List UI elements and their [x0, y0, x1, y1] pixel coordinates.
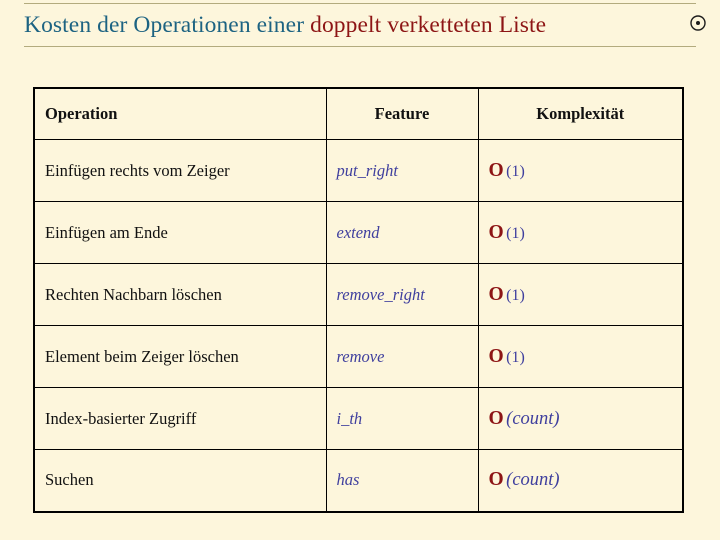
complexity-argument: (1)	[506, 286, 525, 304]
table-row: Einfügen rechts vom Zeiger put_right O (1…	[33, 139, 684, 202]
column-header-feature: Feature	[325, 87, 479, 140]
table-row: Element beim Zeiger löschen remove O (1)	[33, 325, 684, 388]
cell-operation: Einfügen am Ende	[33, 201, 327, 264]
big-o-symbol: O	[488, 407, 505, 429]
page-title-accent: doppelt verketteten Liste	[310, 12, 547, 38]
table-header-row: Operation Feature Komplexität	[33, 87, 684, 140]
cell-feature: remove	[325, 325, 479, 388]
page-title-primary: Kosten der Operationen einer	[24, 12, 311, 38]
cell-operation: Element beim Zeiger löschen	[33, 325, 327, 388]
complexity-argument: (1)	[506, 348, 525, 366]
cell-operation: Rechten Nachbarn löschen	[33, 263, 327, 326]
cell-feature: put_right	[325, 139, 479, 202]
big-o-symbol: O	[488, 469, 505, 491]
column-header-komplexitaet: Komplexität	[477, 87, 684, 140]
page-title: Kosten der Operationen einer doppelt ver…	[24, 8, 674, 42]
complexity-table: Operation Feature Komplexität Einfügen r…	[33, 87, 684, 513]
header-rule-bottom	[24, 46, 696, 47]
complexity-argument: (count)	[506, 408, 560, 429]
big-o-symbol: O	[488, 159, 505, 181]
complexity-argument: (1)	[506, 224, 525, 242]
big-o-symbol: O	[488, 345, 505, 367]
table-row: Suchen has O (count)	[33, 449, 684, 512]
cell-operation: Index-basierter Zugriff	[33, 387, 327, 450]
cell-complexity: O (1)	[477, 325, 684, 388]
cell-feature: i_th	[325, 387, 479, 450]
cell-feature: extend	[325, 201, 479, 264]
cell-operation: Suchen	[33, 449, 327, 512]
circle-dot-icon	[688, 13, 708, 33]
table-row: Rechten Nachbarn löschen remove_right O(…	[33, 263, 684, 326]
big-o-symbol: O	[488, 283, 505, 305]
slide-header: Kosten der Operationen einer doppelt ver…	[0, 0, 720, 50]
cell-complexity: O (1)	[477, 201, 684, 264]
cell-operation: Einfügen rechts vom Zeiger	[33, 139, 327, 202]
complexity-argument: (1)	[506, 162, 525, 180]
cell-feature: remove_right	[325, 263, 479, 326]
complexity-argument: (count)	[506, 470, 560, 491]
table-row: Einfügen am Ende extend O (1)	[33, 201, 684, 264]
cell-complexity: O (count)	[477, 387, 684, 450]
header-rule-top	[24, 3, 696, 4]
cell-complexity: O (1)	[477, 139, 684, 202]
cell-feature: has	[325, 449, 479, 512]
table-row: Index-basierter Zugriff i_th O (count)	[33, 387, 684, 450]
big-o-symbol: O	[488, 221, 505, 243]
cell-complexity: O (1)	[477, 263, 684, 326]
cell-complexity: O (count)	[477, 449, 684, 512]
column-header-operation: Operation	[33, 87, 327, 140]
